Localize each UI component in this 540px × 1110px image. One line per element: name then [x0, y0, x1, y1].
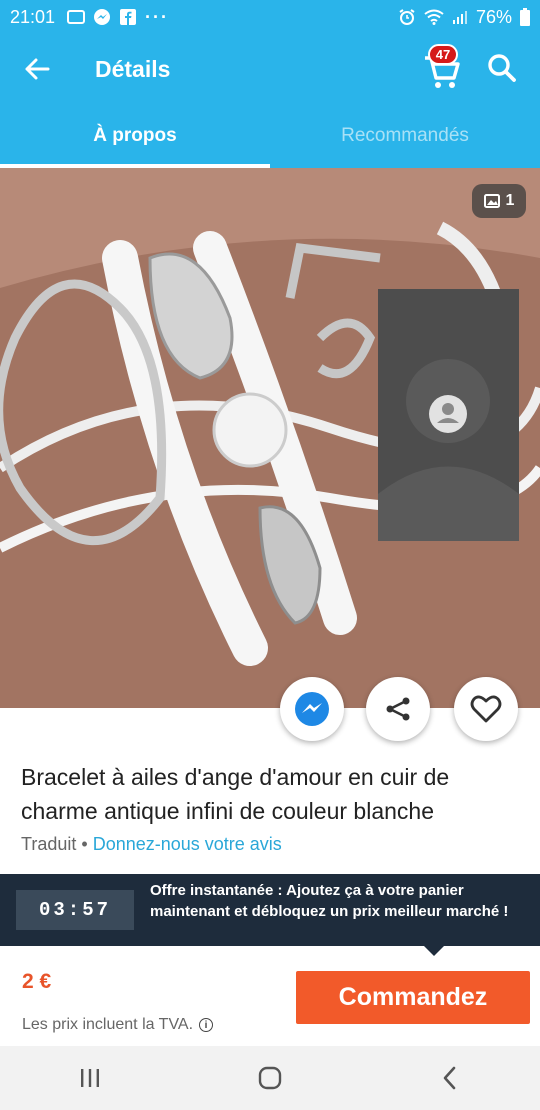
arrow-left-icon [25, 58, 50, 80]
search-icon [488, 54, 516, 82]
alarm-icon [399, 9, 415, 25]
home-button[interactable] [240, 1053, 300, 1103]
image-icon [67, 10, 86, 24]
system-nav-bar [0, 1046, 540, 1110]
share-icon [386, 697, 410, 721]
avatar-placeholder [378, 289, 519, 541]
page-title: Détails [95, 55, 171, 82]
product-title: Bracelet à ailes d'ange d'amour en cuir … [21, 764, 450, 824]
tab-about[interactable]: À propos [0, 104, 270, 168]
vat-text: Les prix incluent la TVA. [22, 1016, 194, 1033]
status-bar: 21:01 ··· 76% [0, 0, 540, 34]
favorite-button[interactable] [454, 677, 518, 741]
messenger-share-button[interactable] [280, 677, 344, 741]
share-button[interactable] [366, 677, 430, 741]
banner-pointer [424, 946, 444, 956]
messenger-icon [94, 9, 111, 25]
instant-offer-banner[interactable]: 03:57 Offre instantanée : Ajoutez ça à v… [0, 874, 540, 946]
vat-note: Les prix incluent la TVA. i [22, 1016, 214, 1034]
chevron-left-icon [443, 1066, 456, 1090]
status-time: 21:01 [10, 6, 56, 27]
translation-line: Traduit • Donnez-nous votre avis [21, 834, 282, 855]
image-count: 1 [505, 192, 515, 209]
recent-apps-button[interactable] [60, 1053, 120, 1103]
battery-icon [520, 8, 530, 26]
recent-apps-icon [81, 1069, 99, 1087]
video-call-overlay[interactable] [378, 289, 519, 541]
signal-icon [452, 11, 467, 24]
wifi-icon [424, 9, 444, 25]
feedback-link[interactable]: Donnez-nous votre avis [93, 834, 282, 854]
battery-percent: 76% [475, 6, 512, 27]
tab-recommended[interactable]: Recommandés [270, 104, 540, 168]
heart-icon [470, 695, 502, 723]
countdown-timer: 03:57 [16, 890, 134, 930]
messenger-icon [295, 692, 329, 726]
facebook-icon [120, 9, 137, 25]
back-button[interactable] [0, 34, 74, 104]
home-icon [258, 1066, 282, 1090]
offer-text: Offre instantanée : Ajoutez ça à votre p… [150, 882, 509, 920]
cart-count-badge: 47 [428, 44, 458, 65]
order-button[interactable]: Commandez [296, 971, 530, 1024]
system-back-button[interactable] [420, 1053, 480, 1103]
image-counter[interactable]: 1 [472, 184, 526, 218]
separator-dot: • [81, 834, 88, 854]
info-icon[interactable]: i [199, 1018, 214, 1032]
image-icon [483, 194, 500, 208]
translated-label: Traduit [21, 834, 77, 854]
product-price: 2 € [22, 970, 52, 993]
more-notifications-icon: ··· [145, 6, 170, 27]
search-button[interactable] [484, 50, 524, 90]
tab-bar: À propos Recommandés [0, 104, 540, 168]
